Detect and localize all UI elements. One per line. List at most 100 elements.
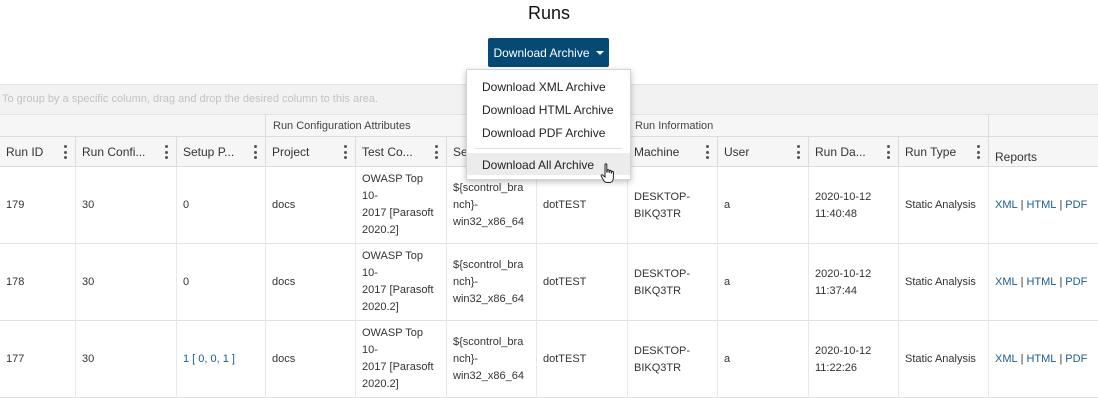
report-link-xml[interactable]: XML bbox=[995, 351, 1018, 368]
column-header-test-config[interactable]: Test Co... bbox=[355, 137, 446, 167]
report-separator: | bbox=[1059, 276, 1063, 288]
cell-lines: DESKTOP- BIKQ3TR bbox=[634, 343, 690, 377]
column-header-run-config[interactable]: Run Confi... bbox=[75, 137, 176, 167]
cell-line: 2017 [Parasoft bbox=[362, 207, 434, 219]
cell-value: Static Analysis bbox=[905, 276, 976, 288]
table-row[interactable]: 177 30 1 [ 0, 0, 1 ] docs OWASP Top 10- 2017 [… bbox=[0, 321, 1098, 398]
column-header-label: Reports bbox=[995, 150, 1038, 164]
column-header-machine[interactable]: Machine bbox=[627, 137, 717, 167]
cell-run-config: 30 bbox=[75, 321, 176, 398]
cell-line: 10- bbox=[362, 344, 378, 356]
cell-line: 2020-10-12 bbox=[815, 344, 872, 357]
cell-value: 0 bbox=[183, 276, 190, 288]
column-header-run-type[interactable]: Run Type bbox=[898, 137, 988, 167]
column-header-label: Setup P... bbox=[183, 145, 235, 159]
setup-problems-link[interactable]: 1 [ 0, 0, 1 ] bbox=[183, 351, 235, 368]
column-header-setup-problems[interactable]: Setup P... bbox=[176, 137, 265, 167]
cell-lines: 2020-10-12 11:22:26 bbox=[815, 343, 871, 377]
report-link-xml[interactable]: XML bbox=[995, 274, 1018, 291]
cell-run-type: Static Analysis bbox=[898, 244, 988, 321]
cell-value: Static Analysis bbox=[905, 199, 976, 211]
cell-line: nch}- bbox=[453, 276, 479, 288]
report-link-html[interactable]: HTML bbox=[1026, 197, 1056, 214]
column-header-label: User bbox=[724, 145, 750, 159]
report-link-pdf[interactable]: PDF bbox=[1065, 274, 1087, 291]
cell-line: DESKTOP- bbox=[634, 190, 691, 203]
column-menu-icon[interactable] bbox=[434, 145, 438, 159]
column-menu-icon[interactable] bbox=[253, 145, 257, 159]
cell-line: 11:40:48 bbox=[815, 207, 858, 220]
report-separator: | bbox=[1020, 276, 1024, 288]
column-menu-icon[interactable] bbox=[886, 145, 890, 159]
cell-line: BIKQ3TR bbox=[634, 361, 682, 374]
column-menu-icon[interactable] bbox=[63, 145, 67, 159]
cell-user: a bbox=[717, 167, 808, 244]
caret-down-icon bbox=[595, 50, 604, 55]
cell-line: OWASP Top bbox=[362, 173, 423, 185]
cell-line: 2020.2] bbox=[362, 301, 399, 313]
cell-lines: OWASP Top 10- 2017 [Parasoft 2020.2] bbox=[362, 171, 434, 239]
cell-value: dotTEST bbox=[543, 353, 587, 365]
column-header-label: Run Confi... bbox=[82, 145, 146, 159]
cell-lines: DESKTOP- BIKQ3TR bbox=[634, 189, 690, 223]
download-archive-label: Download Archive bbox=[493, 45, 590, 60]
cell-value: Static Analysis bbox=[905, 353, 976, 365]
column-menu-icon[interactable] bbox=[796, 145, 800, 159]
cell-machine: DESKTOP- BIKQ3TR bbox=[627, 244, 717, 321]
header-group-run-info: Run Information bbox=[627, 115, 988, 137]
cell-machine: DESKTOP- BIKQ3TR bbox=[627, 321, 717, 398]
menu-item-download-html[interactable]: Download HTML Archive bbox=[467, 98, 630, 120]
cell-setup-problems: 0 bbox=[176, 244, 265, 321]
cell-reports: XML | HTML | PDF bbox=[988, 167, 1098, 244]
column-header-reports[interactable]: Reports bbox=[988, 137, 1098, 167]
cell-line: 11:22:26 bbox=[815, 361, 858, 374]
cell-test-config: OWASP Top 10- 2017 [Parasoft 2020.2] bbox=[355, 321, 446, 398]
cell-line: win32_x86_64 bbox=[453, 293, 524, 305]
cell-line: 2020-10-12 bbox=[815, 267, 872, 280]
menu-item-download-pdf[interactable]: Download PDF Archive bbox=[467, 121, 630, 143]
download-archive-button[interactable]: Download Archive bbox=[488, 38, 609, 67]
cell-line: 2017 [Parasoft bbox=[362, 361, 434, 373]
cell-session-tag: ${scontrol_bra nch}- win32_x86_64 bbox=[446, 321, 536, 398]
cell-project: docs bbox=[265, 244, 355, 321]
cell-value: docs bbox=[272, 276, 296, 288]
cell-machine: DESKTOP- BIKQ3TR bbox=[627, 167, 717, 244]
report-link-html[interactable]: HTML bbox=[1026, 274, 1056, 291]
report-link-html[interactable]: HTML bbox=[1026, 351, 1056, 368]
cell-line: BIKQ3TR bbox=[634, 284, 682, 297]
cell-line: 11:37:44 bbox=[815, 284, 858, 297]
cell-run-config: 30 bbox=[75, 244, 176, 321]
report-link-pdf[interactable]: PDF bbox=[1065, 197, 1087, 214]
column-menu-icon[interactable] bbox=[164, 145, 168, 159]
cell-run-config: 30 bbox=[75, 167, 176, 244]
cell-line: nch}- bbox=[453, 353, 479, 365]
cell-value: dotTEST bbox=[543, 199, 587, 211]
column-header-label: Machine bbox=[634, 145, 680, 159]
cell-lines: ${scontrol_bra nch}- win32_x86_64 bbox=[453, 180, 524, 231]
cell-value: 179 bbox=[6, 199, 25, 211]
report-link-pdf[interactable]: PDF bbox=[1065, 351, 1087, 368]
column-menu-icon[interactable] bbox=[705, 145, 709, 159]
column-header-run-id[interactable]: Run ID bbox=[0, 137, 75, 167]
table-row[interactable]: 178 30 0 docs OWASP Top 10- 2017 [Parasoft 2020… bbox=[0, 244, 1098, 321]
column-header-project[interactable]: Project bbox=[265, 137, 355, 167]
cell-line: 10- bbox=[362, 267, 378, 279]
report-separator: | bbox=[1059, 353, 1063, 365]
menu-item-download-xml[interactable]: Download XML Archive bbox=[467, 75, 630, 97]
cell-lines: ${scontrol_bra nch}- win32_x86_64 bbox=[453, 257, 524, 308]
column-menu-icon[interactable] bbox=[343, 145, 347, 159]
cell-line: BIKQ3TR bbox=[634, 207, 682, 220]
cell-value: 30 bbox=[82, 353, 95, 365]
column-header-label: Run ID bbox=[6, 145, 44, 159]
cell-line: win32_x86_64 bbox=[453, 370, 524, 382]
report-link-xml[interactable]: XML bbox=[995, 197, 1018, 214]
column-header-run-date[interactable]: Run Da... bbox=[808, 137, 898, 167]
column-menu-icon[interactable] bbox=[976, 145, 980, 159]
cell-run-date: 2020-10-12 11:22:26 bbox=[808, 321, 898, 398]
cell-line: 2017 [Parasoft bbox=[362, 284, 434, 296]
cell-line: 2020.2] bbox=[362, 224, 399, 236]
cell-value: dotTEST bbox=[543, 276, 587, 288]
column-header-user[interactable]: User bbox=[717, 137, 808, 167]
cell-run-id: 177 bbox=[0, 321, 75, 398]
cell-lines: 2020-10-12 11:37:44 bbox=[815, 266, 871, 300]
